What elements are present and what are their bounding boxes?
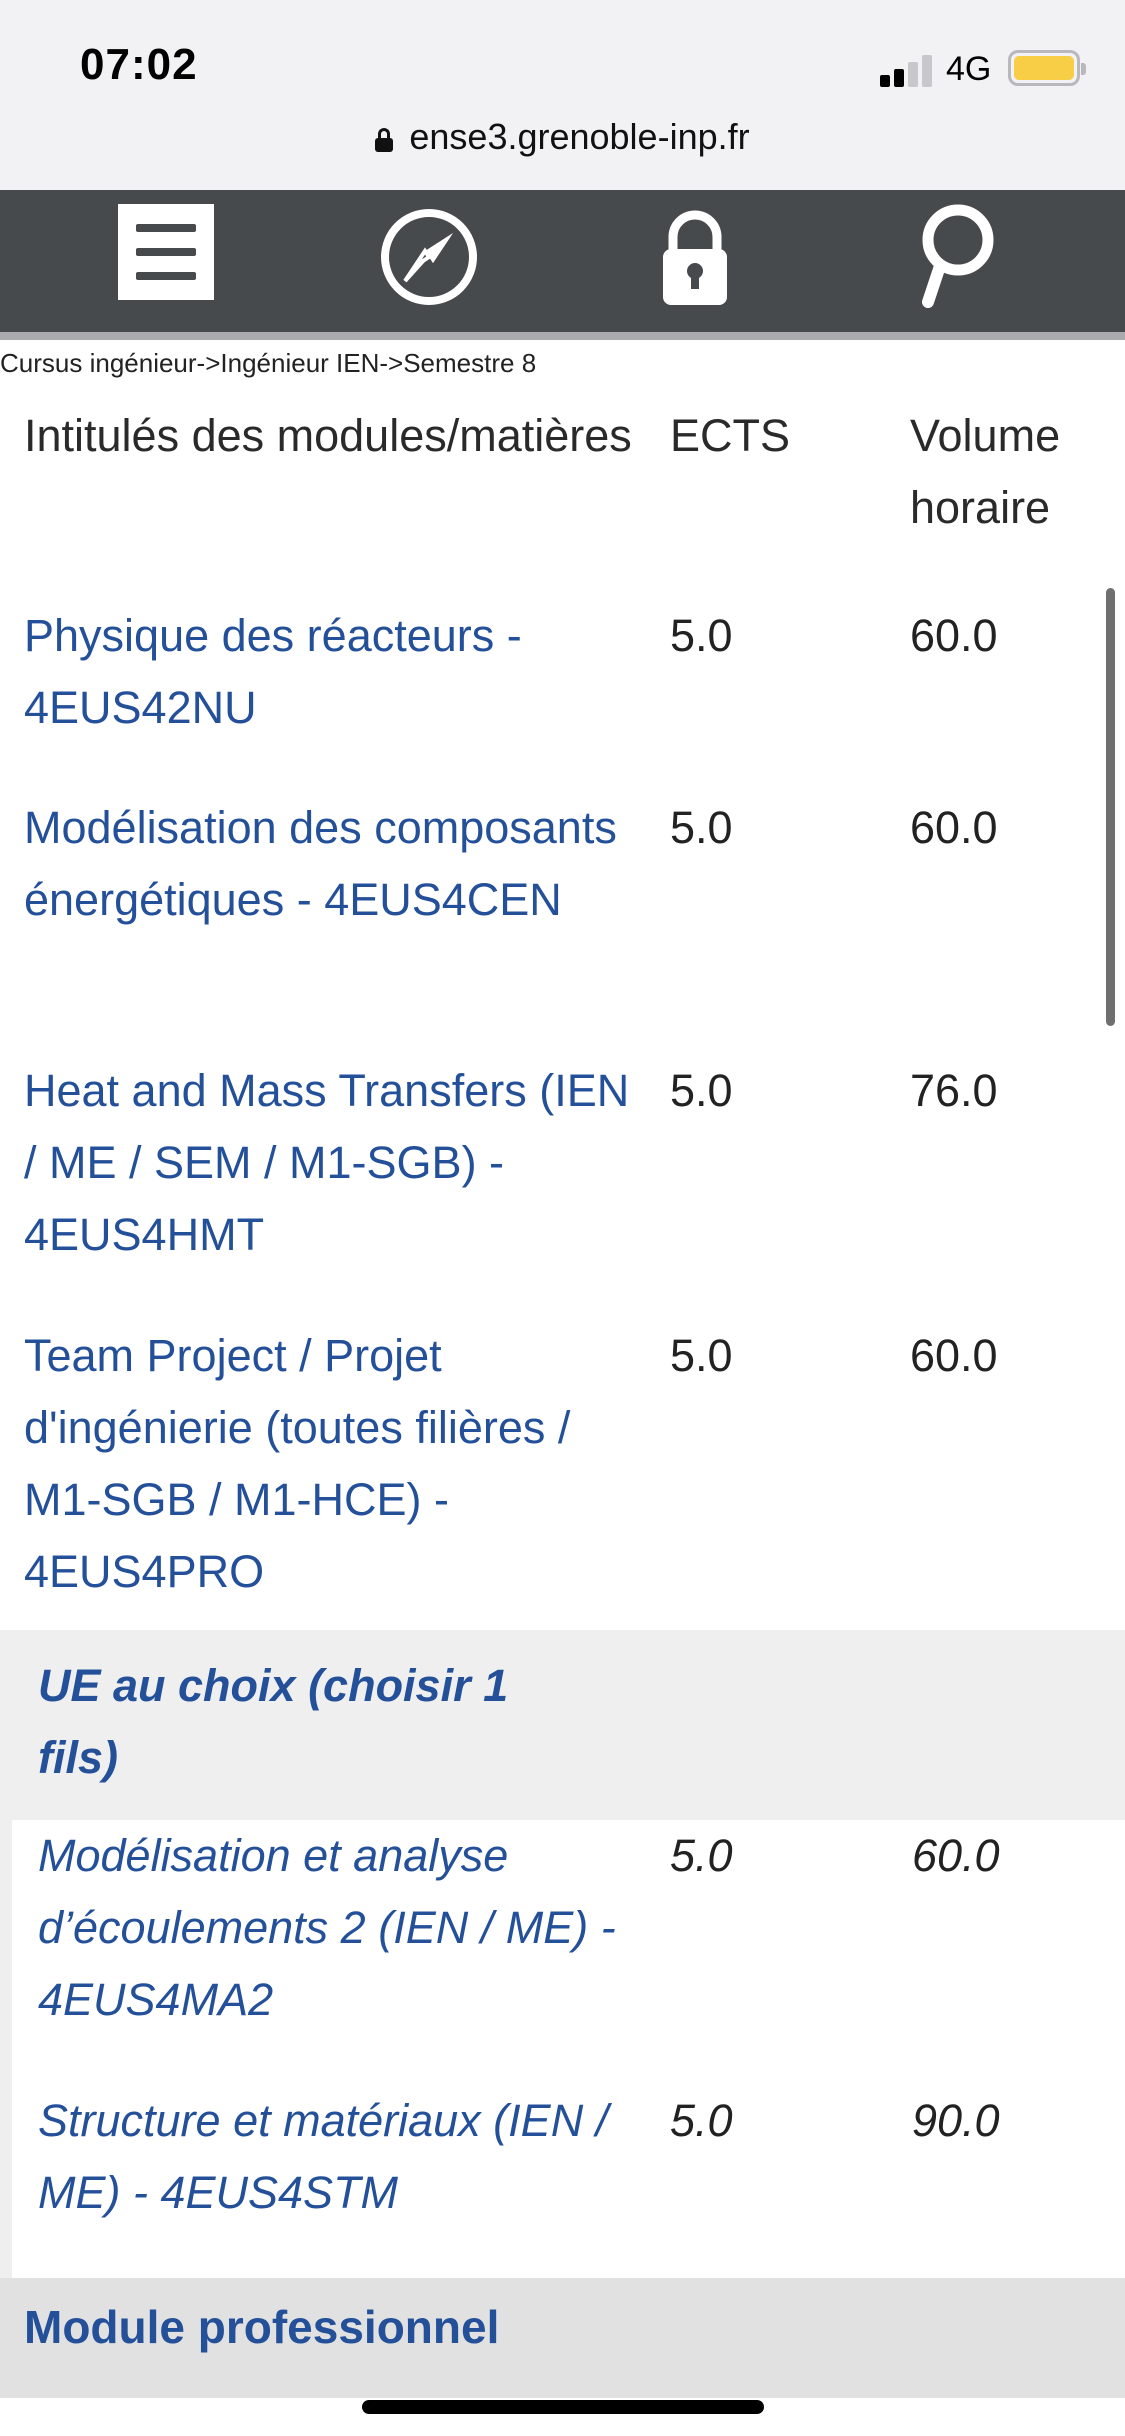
lock-icon[interactable] — [640, 202, 750, 312]
module-link[interactable]: Physique des réacteurs - 4EUS42NU — [24, 600, 634, 744]
volume-value: 76.0 — [910, 1065, 998, 1116]
scrollbar[interactable] — [1106, 588, 1115, 1026]
browser-top-bar: 07:02 4G ense3.grenoble-inp.fr — [0, 0, 1125, 190]
network-label: 4G — [946, 50, 992, 88]
ects-value: 5.0 — [670, 1065, 733, 1116]
address-bar[interactable]: ense3.grenoble-inp.fr — [0, 116, 1125, 158]
secure-lock-icon — [375, 128, 394, 152]
ects-value: 5.0 — [670, 610, 733, 661]
site-navbar — [0, 190, 1125, 340]
volume-value: 90.0 — [912, 2095, 1000, 2146]
volume-value: 60.0 — [910, 610, 998, 661]
choice-group: UE au choix (choisir 1 fils) Modélisatio… — [0, 1630, 1125, 2280]
volume-value: 60.0 — [910, 802, 998, 853]
ects-value: 5.0 — [670, 802, 733, 853]
search-icon[interactable] — [900, 202, 1010, 312]
module-link[interactable]: Modélisation et analyse d’écoulements 2 … — [38, 1820, 638, 2036]
url-text: ense3.grenoble-inp.fr — [409, 116, 750, 157]
status-time: 07:02 — [80, 40, 198, 89]
signal-icon — [880, 53, 934, 87]
compass-icon[interactable] — [374, 202, 484, 312]
breadcrumb: Cursus ingénieur->Ingénieur IEN->Semestr… — [0, 348, 537, 378]
module-link[interactable]: Modélisation des composants énergétiques… — [24, 792, 634, 936]
header-modules: Intitulés des modules/matières — [24, 410, 632, 461]
choice-group-body: Modélisation et analyse d’écoulements 2 … — [12, 1820, 1125, 2280]
ects-value: 5.0 — [670, 2095, 733, 2146]
menu-icon[interactable] — [118, 204, 214, 300]
module-link[interactable]: Team Project / Projet d'ingénierie (tout… — [24, 1320, 634, 1608]
header-ects: ECTS — [670, 410, 791, 461]
battery-icon — [1008, 50, 1086, 86]
volume-value: 60.0 — [910, 1330, 998, 1381]
module-section-title: Module professionnel — [24, 2301, 500, 2353]
ects-value: 5.0 — [670, 1830, 733, 1881]
ects-value: 5.0 — [670, 1330, 733, 1381]
header-volume: Volume horaire — [910, 410, 1061, 533]
volume-value: 60.0 — [912, 1830, 1000, 1881]
module-link[interactable]: Structure et matériaux (IEN / ME) - 4EUS… — [38, 2085, 638, 2229]
module-link[interactable]: Heat and Mass Transfers (IEN / ME / SEM … — [24, 1055, 634, 1271]
home-indicator[interactable] — [362, 2400, 764, 2414]
choice-group-title: UE au choix (choisir 1 fils) — [38, 1660, 509, 1783]
